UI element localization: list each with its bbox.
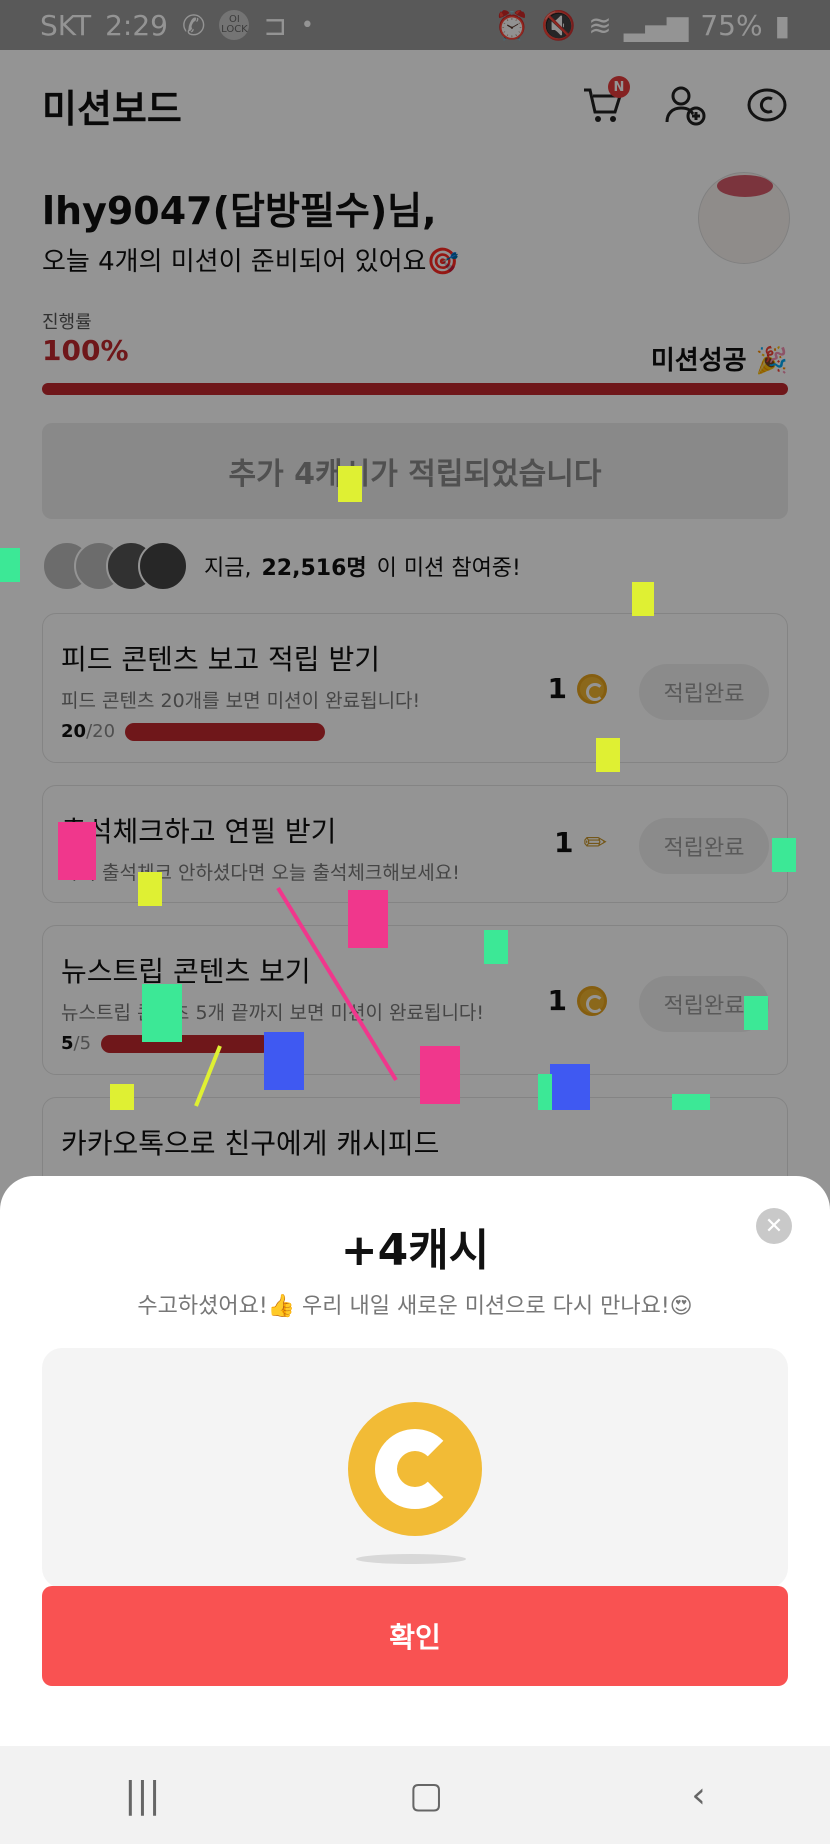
coin-shadow xyxy=(356,1554,466,1564)
recent-apps-icon[interactable]: ||| xyxy=(124,1775,160,1816)
confetti-streamers xyxy=(194,886,398,1107)
large-coin-icon xyxy=(348,1402,482,1536)
reward-message: 수고하셨어요!👍 우리 내일 새로운 미션으로 다시 만나요!😍 xyxy=(137,1294,693,1319)
back-icon[interactable]: ‹ xyxy=(691,1775,705,1816)
coin-illustration-box xyxy=(42,1348,788,1588)
confirm-button[interactable]: 확인 xyxy=(42,1586,788,1686)
close-button[interactable]: ✕ xyxy=(756,1208,792,1244)
system-nav-bar: ||| ▢ ‹ xyxy=(0,1746,830,1844)
reward-amount-title: +4캐시 xyxy=(340,1225,490,1276)
reward-sheet: ✕ +4캐시 수고하셨어요!👍 우리 내일 새로운 미션으로 다시 만나요!😍 … xyxy=(0,1176,830,1746)
home-icon[interactable]: ▢ xyxy=(409,1775,443,1816)
close-icon: ✕ xyxy=(764,1213,784,1239)
